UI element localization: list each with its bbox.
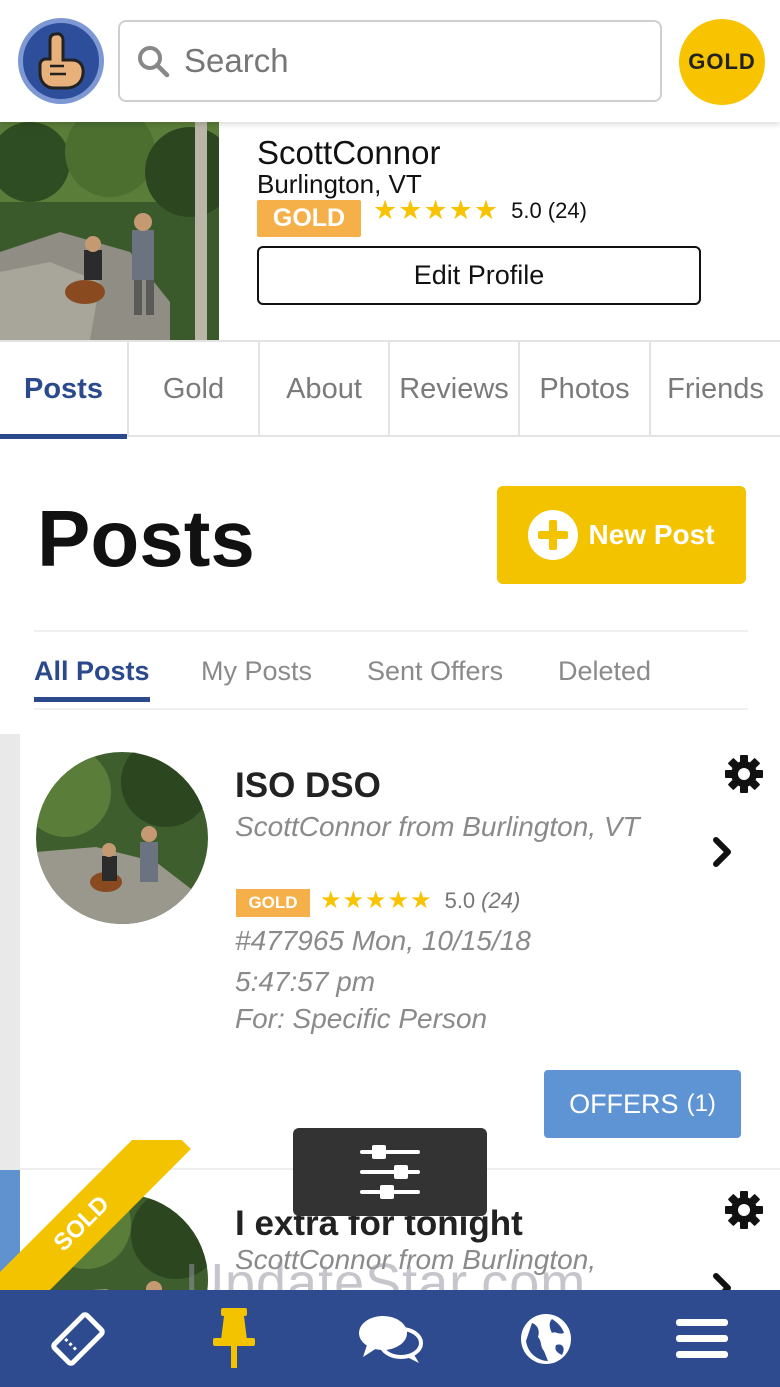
gold-tier-tag: GOLD — [257, 200, 361, 237]
star-icon: ★ — [448, 195, 473, 225]
post-filter-tabs: All Posts My Posts Sent Offers Deleted — [34, 630, 748, 710]
profile-location: Burlington, VT — [257, 169, 422, 199]
post-status-strip — [0, 1170, 20, 1290]
offers-button[interactable]: OFFERS (1) — [544, 1070, 741, 1138]
post-avatar — [36, 752, 208, 924]
filter-button[interactable] — [293, 1128, 487, 1216]
tab-reviews[interactable]: Reviews — [390, 342, 520, 437]
new-post-button[interactable]: New Post — [497, 486, 746, 584]
posts-heading: Posts — [37, 494, 255, 583]
star-icon: ★ — [387, 887, 410, 914]
app-root: GOLD ScottConnor Burlin — [0, 0, 780, 1387]
chevron-right-icon[interactable] — [712, 1272, 734, 1290]
subtab-my-posts[interactable]: My Posts — [201, 632, 312, 710]
globe-icon — [521, 1313, 571, 1364]
post-author: ScottConnor from Burlington, VT — [235, 811, 640, 842]
nav-posts[interactable] — [194, 1299, 274, 1379]
post-title[interactable]: ISO DSO — [235, 766, 381, 806]
star-icon: ★ — [410, 887, 432, 914]
offers-label: OFFERS — [569, 1088, 679, 1119]
profile-tabs: Posts Gold About Reviews Photos Friends — [0, 340, 780, 439]
profile-photo[interactable] — [0, 122, 219, 340]
post-card[interactable]: ISO DSO ScottConnor from Burlington, VT … — [20, 734, 780, 1168]
tab-gold[interactable]: Gold — [129, 342, 260, 437]
post-id-date: #477965 Mon, 10/15/18 5:47:57 pm — [235, 925, 531, 997]
offers-count: (1) — [686, 1090, 716, 1117]
tab-photos[interactable]: Photos — [520, 342, 651, 437]
subtab-deleted[interactable]: Deleted — [558, 632, 651, 710]
star-icon: ★ — [320, 887, 342, 914]
chat-icon — [359, 1315, 423, 1363]
post-author: ScottConnor from Burlington, — [235, 1244, 597, 1275]
app-logo[interactable] — [18, 18, 104, 104]
ticket-icon — [51, 1311, 105, 1366]
gear-icon[interactable] — [724, 754, 764, 794]
tab-about[interactable]: About — [260, 342, 390, 437]
profile-rating: ★ ★ ★ ★ ★ 5.0 (24) — [373, 197, 587, 224]
profile-header: ScottConnor Burlington, VT GOLD ★ ★ ★ ★ … — [0, 122, 780, 340]
post-avatar — [36, 1194, 208, 1290]
forest-photo-image — [0, 122, 219, 340]
star-icon: ★ — [342, 887, 365, 914]
pin-icon — [213, 1307, 255, 1368]
subtab-all-posts[interactable]: All Posts — [34, 632, 150, 710]
rating-count: (24) — [481, 888, 521, 913]
forest-photo-image — [36, 752, 208, 924]
gold-tier-tag: GOLD — [236, 889, 310, 917]
menu-icon — [676, 1318, 728, 1358]
search-input[interactable] — [184, 42, 644, 80]
gold-membership-badge[interactable]: GOLD — [679, 19, 765, 105]
profile-name: ScottConnor — [257, 134, 441, 171]
sliders-icon — [360, 1145, 420, 1199]
rating-value: 5.0 — [444, 888, 476, 913]
subtab-sent-offers[interactable]: Sent Offers — [367, 632, 503, 710]
star-icon: ★ — [365, 887, 387, 914]
search-icon — [138, 46, 170, 78]
plus-circle-icon — [528, 510, 579, 560]
search-bar[interactable] — [118, 20, 662, 102]
bottom-nav — [0, 1290, 780, 1387]
tab-posts[interactable]: Posts — [0, 342, 129, 439]
nav-explore[interactable] — [506, 1299, 586, 1379]
post-status-strip — [0, 734, 20, 1170]
tab-friends[interactable]: Friends — [651, 342, 780, 437]
edit-profile-button[interactable]: Edit Profile — [257, 246, 701, 305]
star-icon: ★ — [373, 195, 398, 225]
top-bar: GOLD — [0, 0, 780, 122]
new-post-label: New Post — [588, 519, 715, 550]
nav-tickets[interactable] — [38, 1299, 118, 1379]
pointing-hand-icon — [38, 32, 85, 90]
forest-photo-image — [36, 1194, 208, 1290]
gear-icon[interactable] — [724, 1190, 764, 1230]
chevron-right-icon[interactable] — [712, 836, 734, 868]
star-icon: ★ — [398, 195, 423, 225]
post-recipient: For: Specific Person — [235, 1003, 488, 1034]
star-icon: ★ — [423, 195, 448, 225]
star-icon: ★ — [473, 195, 499, 225]
nav-messages[interactable] — [350, 1299, 430, 1379]
nav-menu[interactable] — [662, 1299, 742, 1379]
post-rating: ★ ★ ★ ★ ★ 5.0 (24) — [320, 888, 520, 914]
rating-text: 5.0 (24) — [511, 197, 587, 223]
